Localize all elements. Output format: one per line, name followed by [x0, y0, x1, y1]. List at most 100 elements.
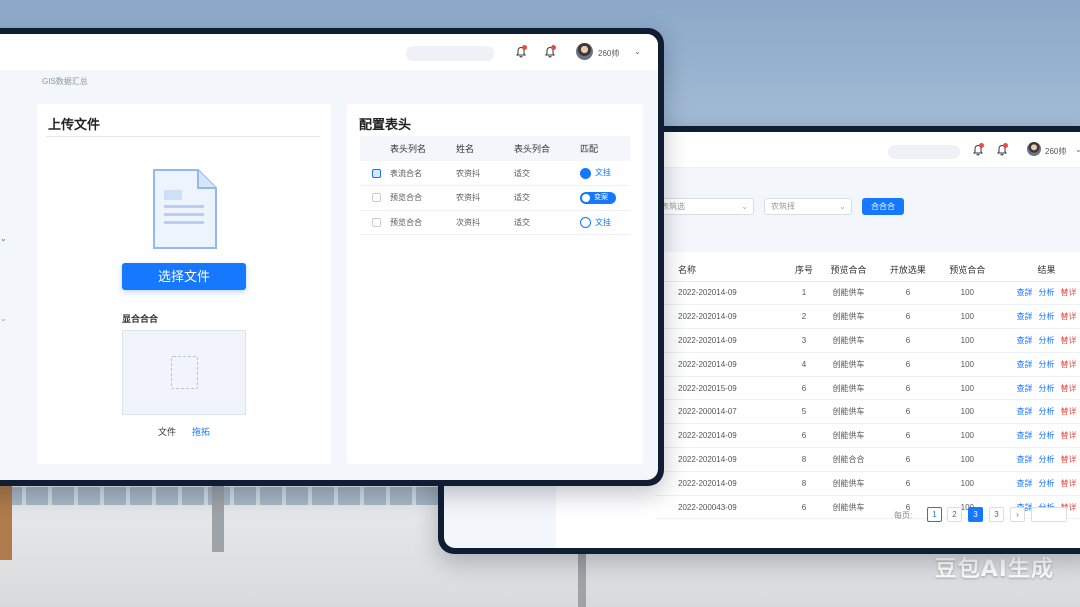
filter-select-1[interactable]: 表筑选 ⌄ [654, 198, 754, 215]
analyze-link[interactable]: 分析 [1039, 455, 1055, 464]
row-total-cell: 100 [937, 352, 997, 377]
row-actions-cell: 查詳分析替详 [997, 447, 1080, 472]
row-actions-cell: 查詳分析替详 [997, 281, 1080, 306]
background-window-band [0, 487, 480, 505]
row-actions-cell: 查詳分析替详 [997, 304, 1080, 330]
table-row[interactable]: 2022-202014-09 6 创能供车 6 100 查詳 分析 替详 [656, 423, 1080, 449]
view-link[interactable]: 查詳 [1017, 479, 1033, 488]
delete-link[interactable]: 替详 [1061, 431, 1077, 440]
analyze-link[interactable]: 分析 [1039, 360, 1055, 369]
chevron-down-icon[interactable]: ⌄ [0, 314, 7, 323]
page-button-3[interactable]: 3 [968, 507, 983, 522]
row-checkbox[interactable] [372, 217, 381, 227]
analyze-link[interactable]: 分析 [1039, 336, 1055, 345]
column-header-count[interactable]: 开放选果 [878, 258, 938, 282]
dropzone-drag-link[interactable]: 拖拓 [192, 425, 210, 438]
mapping-table-body: 表流合名 农资抖 适交 文挂 预览合合 农资抖 适交 变案 预览合合 次资抖 适交 文挂 [360, 161, 630, 235]
mapping-row[interactable]: 预览合合 次资抖 适交 文挂 [360, 210, 630, 235]
view-link[interactable]: 查詳 [1017, 455, 1033, 464]
delete-link[interactable]: 替详 [1061, 407, 1077, 416]
row-count-cell: 6 [878, 376, 938, 401]
delete-link[interactable]: 替详 [1061, 479, 1077, 488]
column-header-result[interactable]: 结果 [997, 258, 1080, 282]
select-file-button[interactable]: 选择文件 [122, 263, 246, 290]
avatar[interactable] [576, 43, 593, 60]
column-header-type[interactable]: 预览合合 [818, 258, 879, 282]
row-checkbox[interactable] [372, 193, 381, 203]
mapping-row[interactable]: 预览合合 农资抖 适交 变案 [360, 185, 630, 211]
table-row[interactable]: 2022-202014-09 2 创能供车 6 100 查詳 分析 替详 [656, 304, 1080, 330]
mapping-match-cell: 文挂 [576, 210, 630, 235]
avatar[interactable] [1027, 142, 1041, 156]
row-type-cell: 创能供车 [818, 423, 879, 449]
filter-select-2[interactable]: 农筑择 ⌄ [764, 198, 852, 215]
view-link[interactable]: 查詳 [1017, 336, 1033, 345]
view-link[interactable]: 查詳 [1017, 312, 1033, 321]
delete-link[interactable]: 替详 [1061, 336, 1077, 345]
table-row[interactable]: 2022-202014-09 3 创能供车 6 100 查詳 分析 替详 [656, 328, 1080, 353]
delete-link[interactable]: 替详 [1061, 455, 1077, 464]
document-icon [152, 168, 218, 253]
row-count-cell: 6 [878, 423, 938, 449]
analyze-link[interactable]: 分析 [1039, 407, 1055, 416]
bell-icon[interactable] [972, 143, 984, 156]
row-count-cell: 6 [878, 471, 938, 496]
row-checkbox-cell [360, 161, 386, 186]
table-row[interactable]: 2022-202014-09 1 创能供车 6 100 查詳 分析 替详 [656, 281, 1080, 306]
chevron-down-icon[interactable]: ⌄ [634, 47, 641, 56]
view-link[interactable]: 查詳 [1017, 431, 1033, 440]
chevron-down-icon[interactable]: ⌄ [0, 234, 7, 243]
mapping-row[interactable]: 表流合名 农资抖 适交 文挂 [360, 161, 630, 186]
chevron-down-icon[interactable]: ⌄ [1075, 145, 1080, 154]
match-radio[interactable] [580, 167, 591, 179]
next-page-button[interactable]: › [1010, 507, 1025, 522]
row-seq-cell: 6 [789, 423, 819, 449]
row-seq-cell: 6 [789, 376, 819, 401]
page-button-4[interactable]: 3 [989, 507, 1004, 522]
table-row[interactable]: 2022-202014-09 8 创能合合 6 100 查詳 分析 替详 [656, 447, 1080, 472]
filter-apply-button[interactable]: 合合合 [862, 198, 904, 215]
match-radio[interactable] [580, 216, 591, 228]
row-name-cell: 2022-202015-09 [656, 376, 790, 401]
column-header-total[interactable]: 预览合合 [937, 258, 997, 282]
row-type-cell: 创能供车 [818, 352, 879, 377]
table-row[interactable]: 2022-202015-09 6 创能供车 6 100 查詳 分析 替详 [656, 376, 1080, 401]
view-link[interactable]: 查詳 [1017, 407, 1033, 416]
analyze-link[interactable]: 分析 [1039, 312, 1055, 321]
front-search-bar[interactable] [406, 46, 494, 61]
row-seq-cell: 8 [789, 447, 819, 472]
message-bell-icon[interactable] [544, 45, 556, 58]
row-type-cell: 创能供车 [818, 399, 879, 425]
analyze-link[interactable]: 分析 [1039, 479, 1055, 488]
row-checkbox[interactable] [372, 168, 381, 178]
page-button-2[interactable]: 2 [947, 507, 962, 522]
table-row[interactable]: 2022-202014-09 8 创能供车 6 100 查詳 分析 替详 [656, 471, 1080, 496]
row-type-cell: 创能供车 [818, 376, 879, 401]
message-bell-icon[interactable] [996, 143, 1008, 156]
analyze-link[interactable]: 分析 [1039, 288, 1055, 297]
table-row[interactable]: 2022-200014-07 5 创能供车 6 100 查詳 分析 替详 [656, 399, 1080, 425]
delete-link[interactable]: 替详 [1061, 360, 1077, 369]
table-row[interactable]: 2022-202014-09 4 创能供车 6 100 查詳 分析 替详 [656, 352, 1080, 377]
bell-icon[interactable] [515, 45, 527, 58]
column-header-seq[interactable]: 序号 [789, 258, 819, 282]
match-toggle[interactable]: 变案 [580, 191, 616, 204]
row-actions-cell: 查詳分析替详 [997, 328, 1080, 353]
analyze-link[interactable]: 分析 [1039, 431, 1055, 440]
page-jump-input[interactable] [1031, 507, 1067, 522]
delete-link[interactable]: 替详 [1061, 312, 1077, 321]
view-link[interactable]: 查詳 [1017, 360, 1033, 369]
mapping-type-cell: 适交 [510, 161, 576, 186]
view-link[interactable]: 查詳 [1017, 288, 1033, 297]
notification-dot [522, 45, 527, 50]
delete-link[interactable]: 替详 [1061, 288, 1077, 297]
page-button-1[interactable]: 1 [927, 507, 942, 522]
delete-link[interactable]: 替详 [1061, 384, 1077, 393]
analyze-link[interactable]: 分析 [1039, 384, 1055, 393]
file-dropzone[interactable] [122, 330, 246, 415]
view-link[interactable]: 查詳 [1017, 384, 1033, 393]
row-total-cell: 100 [937, 447, 997, 472]
column-header-name[interactable]: 名称 [656, 258, 790, 282]
breadcrumb[interactable]: GIS数据汇总 [42, 76, 88, 87]
back-search-bar[interactable] [888, 145, 960, 159]
